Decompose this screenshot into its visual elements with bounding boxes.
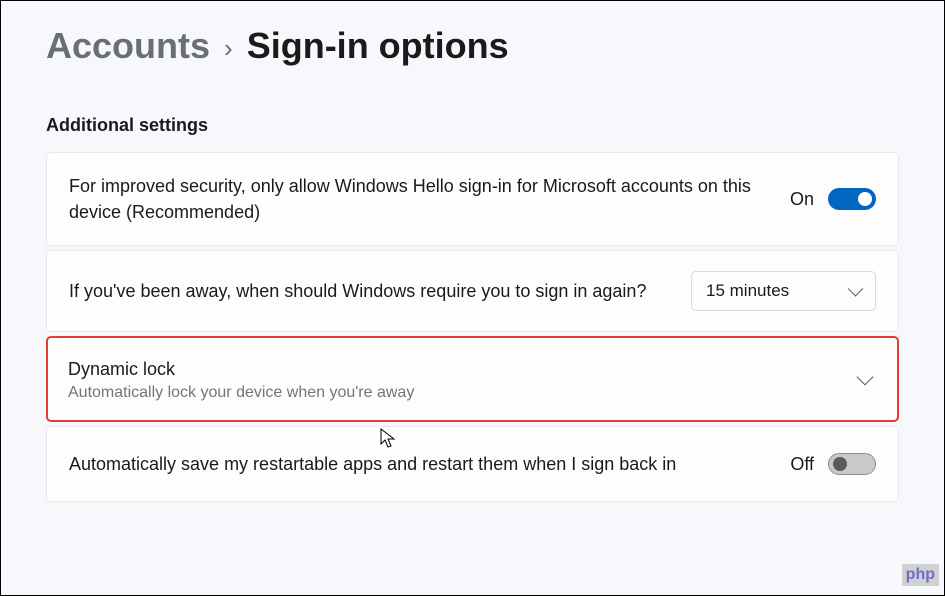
restartable-apps-toggle[interactable]	[828, 453, 876, 475]
section-heading: Additional settings	[46, 115, 899, 136]
chevron-right-icon: ›	[224, 33, 233, 64]
watermark: php	[902, 564, 939, 586]
dropdown-value: 15 minutes	[706, 281, 789, 300]
watermark-prefix: php	[906, 566, 935, 583]
chevron-down-icon	[857, 369, 874, 386]
setting-dynamic-lock[interactable]: Dynamic lock Automatically lock your dev…	[46, 336, 899, 422]
require-signin-dropdown[interactable]: 15 minutes	[691, 271, 876, 311]
setting-windows-hello: For improved security, only allow Window…	[46, 152, 899, 246]
setting-require-signin: If you've been away, when should Windows…	[46, 250, 899, 332]
setting-title: Automatically save my restartable apps a…	[69, 451, 766, 477]
toggle-label: On	[790, 189, 814, 210]
toggle-label: Off	[790, 454, 814, 475]
windows-hello-toggle[interactable]	[828, 188, 876, 210]
setting-title: If you've been away, when should Windows…	[69, 278, 667, 304]
setting-subtitle: Automatically lock your device when you'…	[68, 384, 835, 402]
page-title: Sign-in options	[247, 25, 509, 67]
setting-title: Dynamic lock	[68, 356, 835, 382]
breadcrumb-parent[interactable]: Accounts	[46, 25, 210, 67]
setting-title: For improved security, only allow Window…	[69, 173, 766, 225]
breadcrumb: Accounts › Sign-in options	[46, 25, 899, 67]
setting-restartable-apps: Automatically save my restartable apps a…	[46, 426, 899, 502]
